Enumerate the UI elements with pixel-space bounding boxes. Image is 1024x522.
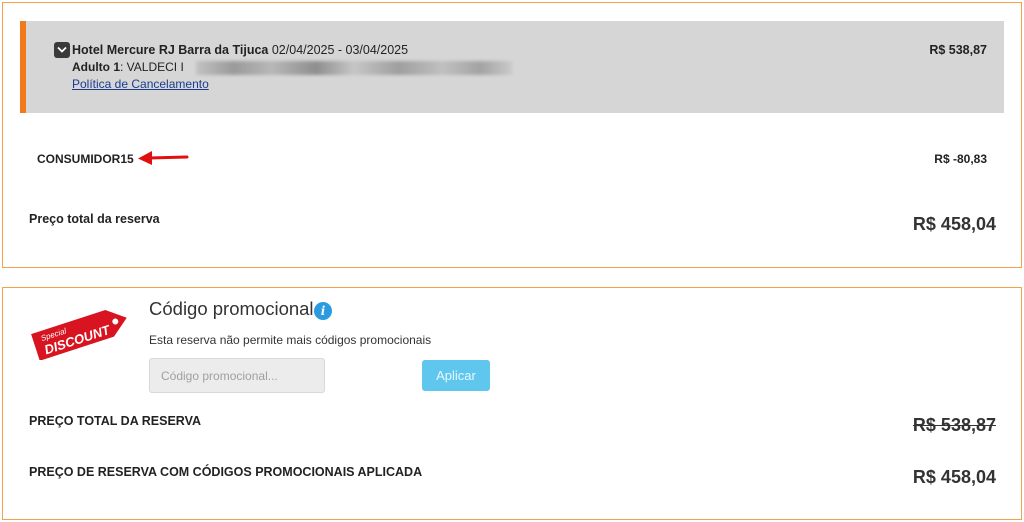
guest-label: Adulto 1	[72, 60, 120, 74]
guest-line: Adulto 1: VALDECI I	[72, 60, 184, 74]
cancellation-policy-link[interactable]: Política de Cancelamento	[72, 77, 209, 91]
booking-summary-card: Hotel Mercure RJ Barra da Tijuca 02/04/2…	[2, 2, 1022, 268]
total-label: Preço total da reserva	[29, 212, 160, 226]
promo-note: Esta reserva não permite mais códigos pr…	[149, 333, 432, 347]
special-discount-tag-icon: Special DISCOUNT	[31, 310, 127, 360]
info-icon[interactable]: i	[314, 302, 332, 320]
original-total-value: R$ 538,87	[912, 415, 996, 435]
booking-item: Hotel Mercure RJ Barra da Tijuca 02/04/2…	[20, 21, 1004, 113]
discounted-total-value: R$ 458,04	[912, 467, 996, 487]
booking-price: R$ 538,87	[929, 43, 987, 57]
promo-code-input[interactable]	[149, 358, 325, 393]
hotel-line: Hotel Mercure RJ Barra da Tijuca 02/04/2…	[72, 43, 408, 57]
redacted-guest-name	[196, 61, 512, 75]
red-arrow-left-icon	[138, 151, 189, 165]
stay-dates: 02/04/2025 - 03/04/2025	[271, 43, 409, 57]
apply-button[interactable]: Aplicar	[422, 360, 490, 391]
chevron-down-icon[interactable]	[54, 42, 70, 58]
original-total-label: PREÇO TOTAL DA RESERVA	[29, 414, 202, 428]
guest-name: : VALDECI I	[120, 60, 184, 74]
coupon-code: CONSUMIDOR15	[37, 152, 134, 166]
coupon-discount: R$ -80,83	[934, 152, 987, 166]
discounted-total-label: PREÇO DE RESERVA COM CÓDIGOS PROMOCIONAI…	[29, 465, 423, 479]
promo-code-card: Special DISCOUNT Código promocional i Es…	[2, 287, 1022, 520]
total-value: R$ 458,04	[912, 214, 996, 234]
hotel-name: Hotel Mercure RJ Barra da Tijuca	[72, 43, 269, 57]
promo-title: Código promocional	[149, 298, 314, 319]
